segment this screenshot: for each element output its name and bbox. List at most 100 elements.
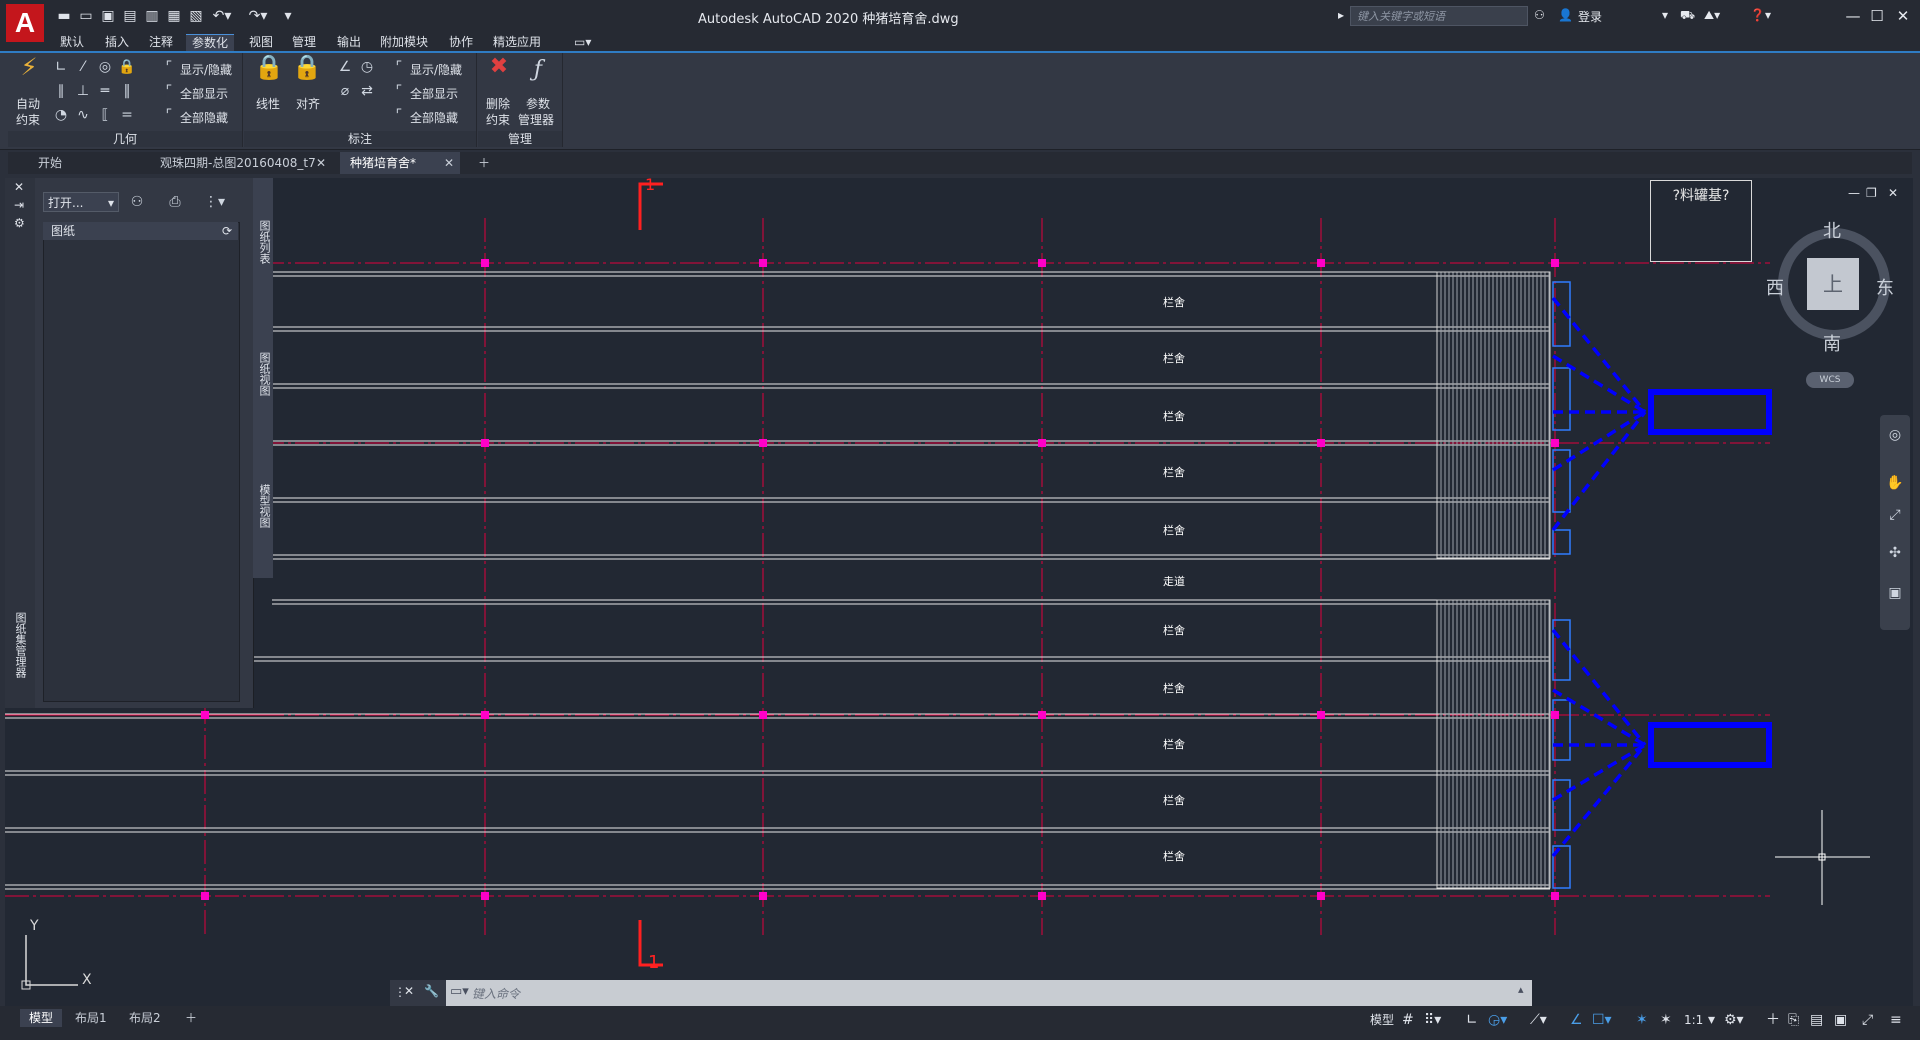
- aligned-button[interactable]: 对齐: [296, 95, 320, 112]
- viewport-minimize-icon[interactable]: —: [1848, 186, 1860, 200]
- close-icon[interactable]: ✕: [1892, 6, 1914, 26]
- perpendicular-icon[interactable]: ⊥: [74, 83, 92, 101]
- layout-tab-1[interactable]: 布局1: [66, 1009, 116, 1027]
- sheet-list[interactable]: [43, 222, 240, 702]
- layout-tab-model[interactable]: 模型: [20, 1009, 63, 1027]
- linear-button[interactable]: 线性: [256, 95, 280, 112]
- refresh-icon[interactable]: ⟳: [222, 222, 232, 240]
- open-web-icon[interactable]: ▥: [144, 8, 160, 24]
- panel-dimension-title[interactable]: 标注: [244, 131, 476, 147]
- geo-show-hide-button[interactable]: 显示/隐藏: [180, 61, 232, 78]
- param-manager-label-1[interactable]: 参数: [526, 95, 550, 112]
- doc-tab-start[interactable]: 开始: [28, 152, 148, 174]
- parameters-manager-icon[interactable]: ƒ: [522, 57, 554, 89]
- sheet-options-icon[interactable]: ⋮▾: [204, 194, 225, 212]
- compass-east[interactable]: 东: [1876, 274, 1894, 300]
- angular-icon[interactable]: ∠: [336, 59, 354, 77]
- close-tab-icon[interactable]: ✕: [316, 152, 326, 174]
- login-dropdown-icon[interactable]: ▾: [1662, 8, 1668, 22]
- binoculars-icon[interactable]: ⚇: [1534, 8, 1545, 22]
- diameter-icon[interactable]: ⌀: [336, 83, 354, 101]
- recent-commands-icon[interactable]: ▭▾: [450, 984, 469, 999]
- equal-icon[interactable]: =: [118, 107, 136, 125]
- user-icon[interactable]: 👤: [1558, 8, 1573, 22]
- cart-icon[interactable]: ⛟: [1680, 8, 1695, 24]
- layout-tab-2[interactable]: 布局2: [120, 1009, 170, 1027]
- publish-icon[interactable]: ⚇: [128, 194, 146, 212]
- close-tab-icon[interactable]: ✕: [444, 152, 454, 174]
- object-snap-tracking-icon[interactable]: ∠: [1570, 1012, 1583, 1028]
- isodraft-icon[interactable]: ⟋▾: [1530, 1012, 1547, 1028]
- geo-show-all-button[interactable]: 全部显示: [180, 85, 228, 102]
- autocad-logo-icon[interactable]: A: [6, 4, 44, 42]
- tab-manage[interactable]: 管理: [286, 34, 322, 51]
- dim-hide-all-button[interactable]: 全部隐藏: [410, 109, 458, 126]
- command-customize-icon[interactable]: 🔧: [424, 984, 439, 998]
- search-input[interactable]: 键入关键字或短语: [1350, 6, 1528, 26]
- orbit-icon[interactable]: ✣: [1886, 545, 1904, 563]
- undo-icon[interactable]: ↶▾: [210, 8, 234, 24]
- save-web-icon[interactable]: ▦: [166, 8, 182, 24]
- concentric-icon[interactable]: ◎: [96, 59, 114, 77]
- save-icon[interactable]: ▣: [100, 8, 116, 24]
- dim-show-all-button[interactable]: 全部显示: [410, 85, 458, 102]
- param-manager-label-2[interactable]: 管理器: [518, 111, 554, 128]
- collinear-icon[interactable]: ⁄: [74, 59, 92, 77]
- scale-dropdown-icon[interactable]: ▾: [1708, 1012, 1715, 1028]
- palette-close-icon[interactable]: ✕: [14, 180, 24, 194]
- open-file-icon[interactable]: ▭: [78, 8, 94, 24]
- convert-icon[interactable]: ⇄: [358, 83, 376, 101]
- a360-icon[interactable]: ⛰▾: [1704, 8, 1720, 23]
- tab-collaborate[interactable]: 协作: [443, 34, 479, 51]
- model-space-button[interactable]: 模型: [1370, 1012, 1394, 1028]
- save-as-icon[interactable]: ▤: [122, 8, 138, 24]
- sheet-set-open-select[interactable]: 打开... ▾: [43, 192, 119, 212]
- print-icon[interactable]: ⎙: [166, 194, 184, 212]
- delete-constraints-label-1[interactable]: 删除: [486, 95, 510, 112]
- symmetric-icon[interactable]: ⟦: [96, 107, 114, 125]
- snap-icon[interactable]: ⠿▾: [1424, 1012, 1441, 1028]
- workspace-gear-icon[interactable]: ⚙▾: [1724, 1012, 1744, 1028]
- delete-constraints-icon[interactable]: ✖: [484, 56, 514, 89]
- command-history-icon[interactable]: ▴: [1518, 983, 1524, 996]
- fix-icon[interactable]: 🔒: [118, 59, 136, 77]
- dim-show-hide-button[interactable]: 显示/隐藏: [410, 61, 462, 78]
- auto-constrain-icon[interactable]: ⚡: [14, 55, 44, 89]
- radius-icon[interactable]: ◷: [358, 59, 376, 77]
- dim-show-hide-icon[interactable]: ⌜: [390, 59, 408, 77]
- annotation-visibility-icon[interactable]: ✶: [1636, 1012, 1648, 1028]
- ribbon-minimize-icon[interactable]: ▭▾: [568, 34, 597, 51]
- auto-constrain-label-1[interactable]: 自动: [16, 95, 40, 112]
- login-button[interactable]: 登录: [1578, 8, 1602, 25]
- dim-hide-all-icon[interactable]: ⌜: [390, 107, 408, 125]
- minimize-icon[interactable]: —: [1842, 6, 1864, 26]
- linear-lock-icon[interactable]: 🔒: [254, 55, 284, 89]
- delete-constraints-label-2[interactable]: 约束: [486, 111, 510, 128]
- polar-tracking-icon[interactable]: ◶▾: [1488, 1012, 1507, 1028]
- redo-icon[interactable]: ↷▾: [246, 8, 270, 24]
- drawing-canvas[interactable]: [5, 178, 1913, 1006]
- geo-hide-all-button[interactable]: 全部隐藏: [180, 109, 228, 126]
- geo-hide-all-icon[interactable]: ⌜: [160, 107, 178, 125]
- auto-scale-icon[interactable]: ✶: [1660, 1012, 1672, 1028]
- annotation-monitor-icon[interactable]: ＋: [1766, 1012, 1780, 1028]
- wcs-menu-button[interactable]: WCS: [1806, 372, 1854, 388]
- tab-sheet-list[interactable]: 图纸列表: [256, 220, 272, 264]
- smooth-icon[interactable]: ∿: [74, 107, 92, 125]
- horizontal-icon[interactable]: ═: [96, 83, 114, 101]
- tab-addins[interactable]: 附加模块: [374, 34, 434, 51]
- help-icon[interactable]: ❓▾: [1750, 8, 1771, 22]
- compass-north[interactable]: 北: [1823, 217, 1841, 243]
- panel-manage-title[interactable]: 管理: [478, 131, 562, 147]
- quick-access-dropdown-icon[interactable]: ▾: [280, 8, 296, 24]
- new-file-icon[interactable]: ▬: [56, 8, 72, 24]
- tab-featured-apps[interactable]: 精选应用: [487, 34, 547, 51]
- tab-sheet-views[interactable]: 图纸视图: [256, 352, 272, 396]
- geo-show-hide-icon[interactable]: ⌜: [160, 59, 178, 77]
- plot-icon[interactable]: ▧: [188, 8, 204, 24]
- tab-default[interactable]: 默认: [54, 34, 90, 51]
- grid-icon[interactable]: #: [1402, 1012, 1414, 1028]
- tab-insert[interactable]: 插入: [99, 34, 135, 51]
- ortho-icon[interactable]: ∟: [1466, 1012, 1478, 1028]
- tangent-icon[interactable]: ◔: [52, 107, 70, 125]
